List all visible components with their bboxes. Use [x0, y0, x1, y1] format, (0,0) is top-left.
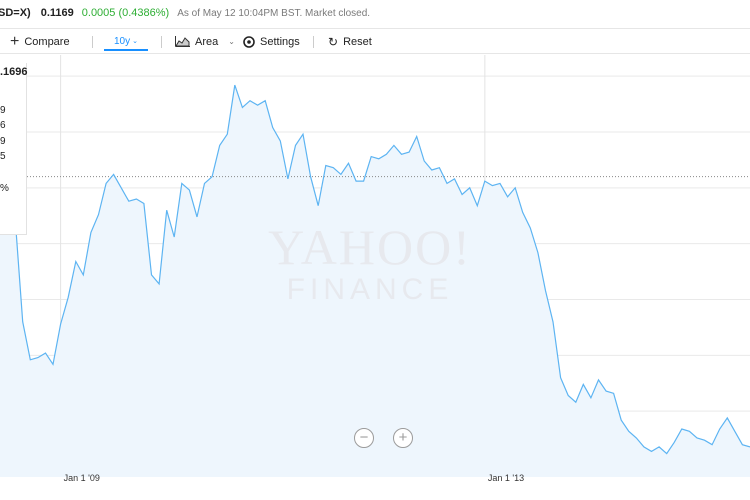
tooltip-close-value: .1696 [0, 66, 28, 78]
last-price: 0.1169 [40, 7, 74, 19]
compare-label: Compare [24, 35, 70, 48]
chart-type-dropdown[interactable]: Area ⌄ [175, 29, 235, 54]
reset-button[interactable]: ↻ Reset [328, 29, 372, 54]
x-tick-label: Jan 1 '13 [488, 473, 524, 483]
price-change: 0.0005 (0.4386%) [81, 7, 170, 19]
chart-area[interactable]: Jan 1 '09 Jan 1 '13 YAHOO! FINANCE .1696 … [0, 55, 750, 500]
tooltip-row: 5 [0, 151, 6, 162]
price-area-fill [0, 85, 750, 477]
settings-button[interactable]: Settings [243, 29, 300, 54]
settings-label: Settings [260, 35, 300, 48]
toolbar-divider [161, 36, 162, 48]
crosshair-tooltip: .1696 9 6 9 5 % [0, 63, 28, 235]
reset-icon: ↻ [328, 34, 339, 49]
chart-toolbar: + Compare 10y ⌄ Area ⌄ Settings ↻ Reset [0, 28, 750, 54]
chevron-down-icon: ⌄ [228, 37, 235, 46]
zoom-in-button[interactable]: + [393, 428, 413, 448]
tooltip-row: 6 [0, 120, 6, 131]
price-chart[interactable]: Jan 1 '09 Jan 1 '13 [0, 55, 750, 500]
reset-label: Reset [343, 35, 372, 48]
area-chart-icon [175, 36, 190, 47]
plus-icon: + [10, 32, 20, 50]
as-of-timestamp: As of May 12 10:04PM BST. Market closed. [177, 7, 371, 19]
range-label: 10y [114, 35, 131, 47]
x-tick-label: Jan 1 '09 [64, 473, 100, 483]
tooltip-row: 9 [0, 136, 6, 147]
toolbar-divider [92, 36, 93, 48]
toolbar-divider [313, 36, 314, 48]
tooltip-row: % [0, 183, 9, 194]
zoom-out-button[interactable]: − [354, 428, 374, 448]
tooltip-row: 9 [0, 105, 6, 116]
chart-type-label: Area [195, 35, 219, 48]
gear-icon [243, 35, 255, 48]
chevron-down-icon: ⌄ [132, 38, 138, 45]
symbol-label: SD=X) [0, 7, 31, 19]
quote-header: SD=X) 0.1169 0.0005 (0.4386%) As of May … [0, 0, 750, 26]
compare-button[interactable]: + Compare [10, 29, 70, 54]
range-selector[interactable]: 10y ⌄ [104, 33, 148, 51]
